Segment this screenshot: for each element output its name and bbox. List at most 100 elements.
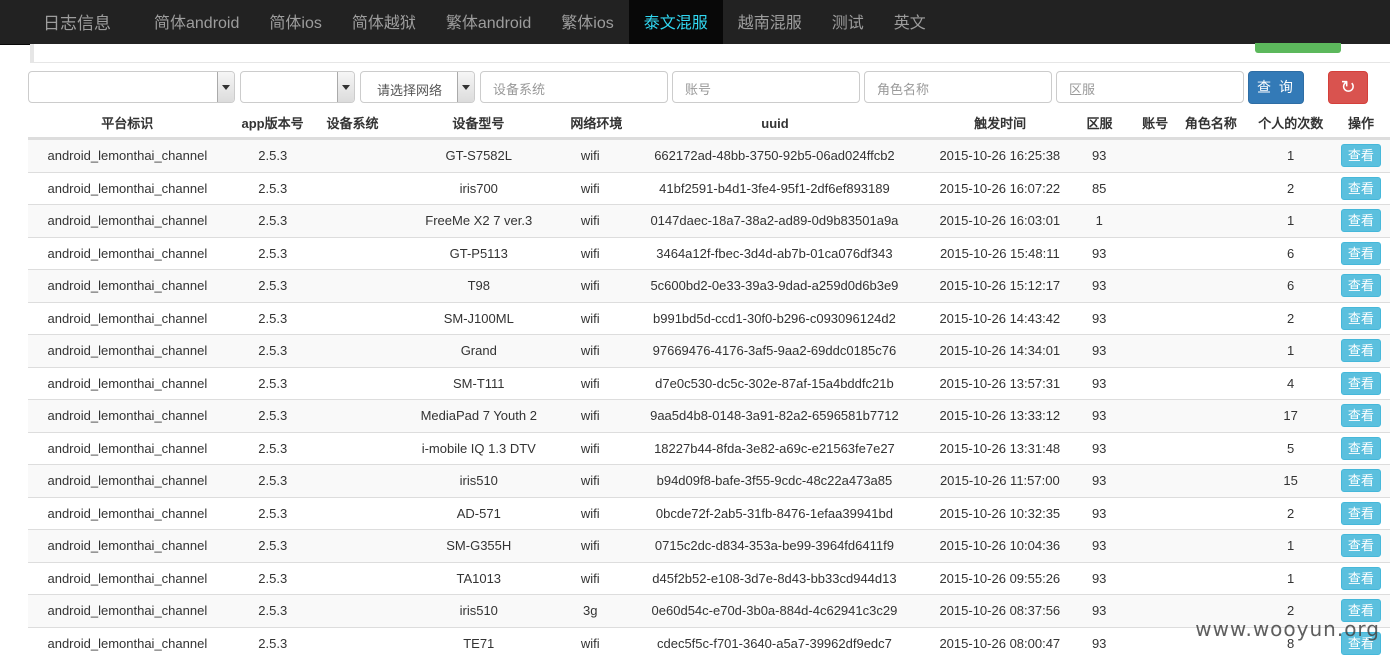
cell-account bbox=[1138, 465, 1172, 497]
account-input[interactable]: 账号 bbox=[672, 71, 860, 103]
cell-device-model: FreeMe X2 7 ver.3 bbox=[425, 213, 533, 228]
nav-item-6[interactable]: 越南混服 bbox=[723, 0, 817, 44]
view-button[interactable]: 查看 bbox=[1340, 404, 1381, 427]
cell-zone: 93 bbox=[1091, 278, 1107, 293]
network-select[interactable]: 请选择网络 bbox=[360, 71, 475, 103]
cell-uuid: 41bf2591-b4d1-3fe4-95f1-2df6ef893189 bbox=[659, 180, 890, 196]
header-time: 触发时间 bbox=[974, 116, 1027, 131]
view-button[interactable]: 查看 bbox=[1340, 469, 1381, 492]
cell-network: wifi bbox=[580, 375, 600, 391]
cell-device-model: SM-T111 bbox=[453, 375, 505, 391]
cell-time: 2015-10-26 13:57:31 bbox=[939, 375, 1061, 391]
nav-item-5[interactable]: 泰文混服 bbox=[628, 0, 723, 44]
view-button[interactable]: 查看 bbox=[1340, 339, 1381, 362]
view-button[interactable]: 查看 bbox=[1340, 371, 1381, 395]
view-button[interactable]: 查看 bbox=[1340, 534, 1381, 557]
zone-input[interactable]: 区服 bbox=[1056, 71, 1244, 103]
cell-network: wifi bbox=[580, 635, 600, 651]
cell-account bbox=[1138, 400, 1172, 432]
platform-select[interactable] bbox=[28, 71, 235, 103]
header-app-version: app版本号 bbox=[241, 116, 304, 131]
cell-platform: android_lemonthai_channel bbox=[47, 538, 208, 553]
cell-network: wifi bbox=[580, 473, 600, 488]
cell-zone: 93 bbox=[1091, 245, 1107, 261]
nav-item-3[interactable]: 繁体android bbox=[431, 0, 546, 44]
green-action-button[interactable] bbox=[1255, 43, 1341, 53]
header-account: 账号 bbox=[1142, 116, 1169, 131]
refresh-icon: ↻ bbox=[1340, 77, 1356, 97]
cell-account bbox=[1138, 368, 1172, 400]
view-button[interactable]: 查看 bbox=[1340, 144, 1381, 167]
table-header: 平台标识 app版本号 设备系统 设备型号 网络环境 uuid 触发时间 区服 … bbox=[28, 110, 1390, 139]
cell-zone: 93 bbox=[1091, 343, 1107, 358]
nav-item-0[interactable]: 简体android bbox=[139, 0, 254, 44]
view-button[interactable]: 查看 bbox=[1340, 501, 1381, 525]
cell-time: 2015-10-26 16:03:01 bbox=[939, 213, 1061, 228]
cell-count: 2 bbox=[1287, 180, 1295, 196]
view-button[interactable]: 查看 bbox=[1340, 209, 1381, 232]
cell-action: 查看 bbox=[1332, 498, 1390, 530]
table-row: android_lemonthai_channel 2.5.3 i-mobile I… bbox=[28, 431, 1390, 465]
view-button[interactable]: 查看 bbox=[1340, 241, 1381, 265]
cell-platform: android_lemonthai_channel bbox=[47, 635, 208, 651]
nav-menu: 简体android 简体ios 简体越狱 繁体android 繁体ios 泰文混服 越南混服… bbox=[139, 0, 941, 44]
cell-account bbox=[1138, 270, 1172, 302]
cell-action: 查看 bbox=[1332, 530, 1390, 562]
navbar-brand[interactable]: 日志信息 bbox=[0, 0, 139, 44]
table-row: android_lemonthai_channel 2.5.3 FreeMe X2 … bbox=[28, 204, 1390, 237]
view-button[interactable]: 查看 bbox=[1340, 306, 1381, 330]
cell-device-os bbox=[319, 563, 387, 595]
nav-item-2[interactable]: 简体越狱 bbox=[337, 0, 431, 44]
cell-app-version: 2.5.3 bbox=[258, 310, 288, 326]
nav-item-4[interactable]: 繁体ios bbox=[546, 0, 628, 44]
cell-device-model: i-mobile IQ 1.3 DTV bbox=[421, 440, 536, 456]
nav-item-1[interactable]: 简体ios bbox=[254, 0, 336, 44]
table-row: android_lemonthai_channel 2.5.3 MediaPad 7… bbox=[28, 399, 1390, 432]
refresh-button[interactable]: ↻ bbox=[1328, 71, 1368, 104]
cell-time: 2015-10-26 15:48:11 bbox=[939, 245, 1060, 261]
cell-time: 2015-10-26 13:31:48 bbox=[939, 440, 1061, 456]
filter-bar: 请选择网络 设备系统 账号 角色名称 区服 查 询 ↻ bbox=[0, 71, 1390, 105]
cell-platform: android_lemonthai_channel bbox=[47, 505, 208, 521]
table-row: android_lemonthai_channel 2.5.3 T98 wifi 5c6… bbox=[28, 269, 1390, 302]
query-button[interactable]: 查 询 bbox=[1248, 71, 1304, 104]
cell-platform: android_lemonthai_channel bbox=[47, 440, 208, 456]
cell-device-model: GT-P5113 bbox=[449, 245, 508, 261]
nav-item-8[interactable]: 英文 bbox=[879, 0, 941, 44]
version-select[interactable] bbox=[240, 71, 355, 103]
top-navbar: 日志信息 简体android 简体ios 简体越狱 繁体android 繁体ios 泰文混… bbox=[0, 0, 1390, 45]
cell-account bbox=[1138, 140, 1172, 172]
cell-count: 1 bbox=[1287, 148, 1295, 163]
view-button[interactable]: 查看 bbox=[1340, 176, 1381, 200]
header-action: 操作 bbox=[1347, 116, 1374, 131]
cell-zone: 93 bbox=[1091, 310, 1107, 326]
cell-platform: android_lemonthai_channel bbox=[47, 148, 208, 163]
cell-platform: android_lemonthai_channel bbox=[47, 343, 208, 358]
cell-role bbox=[1172, 433, 1250, 465]
cell-app-version: 2.5.3 bbox=[258, 148, 288, 163]
cell-platform: android_lemonthai_channel bbox=[47, 245, 208, 261]
table-row: android_lemonthai_channel 2.5.3 GT-S7582L w… bbox=[28, 139, 1390, 172]
view-button[interactable]: 查看 bbox=[1340, 566, 1381, 590]
cell-role bbox=[1172, 368, 1250, 400]
cell-zone: 93 bbox=[1091, 635, 1107, 651]
cell-action: 查看 bbox=[1332, 400, 1390, 432]
cell-count: 1 bbox=[1287, 570, 1295, 586]
role-name-input[interactable]: 角色名称 bbox=[864, 71, 1052, 103]
table-row: android_lemonthai_channel 2.5.3 AD-571 wifi… bbox=[28, 496, 1390, 530]
view-button[interactable]: 查看 bbox=[1340, 436, 1381, 460]
cell-network: wifi bbox=[580, 148, 600, 163]
cell-platform: android_lemonthai_channel bbox=[47, 278, 208, 293]
cell-account bbox=[1138, 433, 1172, 465]
cell-action: 查看 bbox=[1332, 173, 1390, 205]
view-button[interactable]: 查看 bbox=[1340, 274, 1381, 297]
cell-app-version: 2.5.3 bbox=[258, 603, 288, 618]
cell-platform: android_lemonthai_channel bbox=[47, 473, 208, 488]
cell-role bbox=[1172, 140, 1250, 172]
cell-account bbox=[1138, 335, 1172, 367]
cell-app-version: 2.5.3 bbox=[258, 245, 288, 261]
cell-zone: 93 bbox=[1091, 375, 1107, 391]
device-os-input[interactable]: 设备系统 bbox=[480, 71, 668, 103]
cell-device-model: TE71 bbox=[463, 635, 495, 651]
nav-item-7[interactable]: 测试 bbox=[817, 0, 879, 44]
